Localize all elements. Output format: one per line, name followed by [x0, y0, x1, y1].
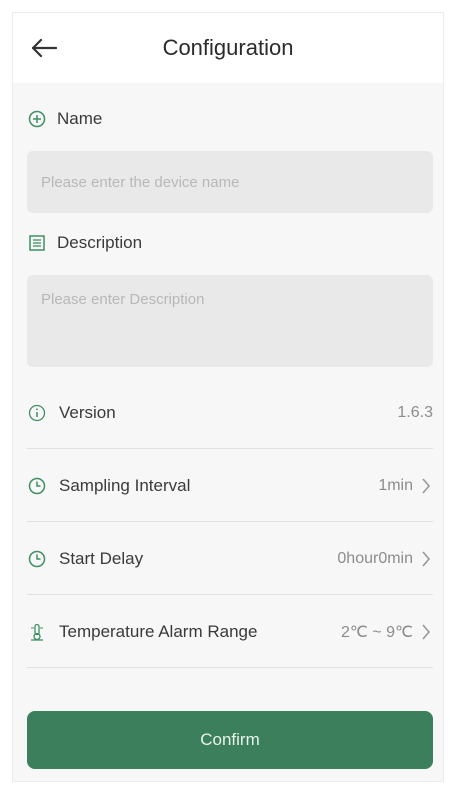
clock-icon [27, 549, 47, 569]
name-label: Name [57, 109, 103, 128]
sampling-interval-label: Sampling Interval [59, 475, 191, 495]
temperature-alarm-range-value: 2℃ ~ 9℃ [341, 623, 413, 641]
description-input[interactable] [27, 275, 433, 367]
sampling-interval-value: 1min [378, 476, 413, 494]
header-bar: Configuration [13, 13, 443, 83]
configuration-screen: Configuration Name Description [12, 12, 444, 782]
version-label: Version [59, 402, 116, 422]
page-title: Configuration [162, 35, 294, 60]
confirm-button[interactable]: Confirm [27, 711, 433, 769]
thermometer-icon [27, 622, 47, 642]
start-delay-label: Start Delay [59, 548, 144, 568]
device-name-input[interactable] [27, 151, 433, 213]
name-label-row: Name [27, 109, 102, 129]
chevron-right-icon [419, 622, 433, 642]
temperature-alarm-range-label: Temperature Alarm Range [59, 621, 258, 641]
plus-circle-icon [27, 109, 47, 129]
sampling-interval-row[interactable]: Sampling Interval 1min [27, 450, 433, 522]
version-row: Version 1.6.3 [27, 377, 433, 449]
start-delay-value: 0hour0min [337, 549, 413, 567]
chevron-right-icon [419, 549, 433, 569]
chevron-right-icon [419, 476, 433, 496]
start-delay-row[interactable]: Start Delay 0hour0min [27, 523, 433, 595]
info-circle-icon [27, 403, 47, 423]
temperature-alarm-range-row[interactable]: Temperature Alarm Range 2℃ ~ 9℃ [27, 596, 433, 668]
version-value: 1.6.3 [397, 403, 433, 421]
description-label: Description [57, 233, 143, 252]
clock-icon [27, 476, 47, 496]
document-icon [27, 233, 47, 253]
description-label-row: Description [27, 233, 142, 253]
